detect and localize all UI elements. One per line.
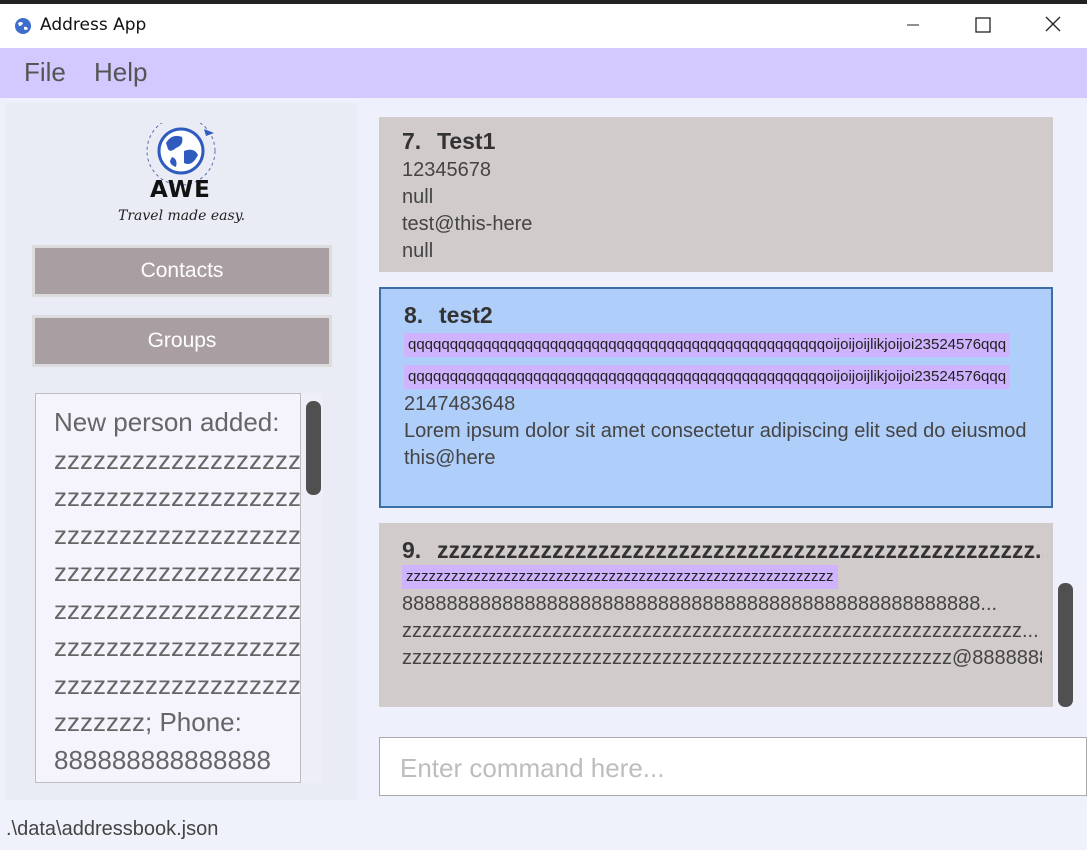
person-phone: 2147483648 bbox=[404, 393, 516, 415]
contacts-button[interactable]: Contacts bbox=[32, 245, 332, 297]
person-card[interactable]: 7. Test1 12345678 null test@this-here nu… bbox=[379, 117, 1053, 272]
person-name: test2 bbox=[439, 302, 493, 328]
result-display[interactable]: New person added: zzzzzzzzzzzzzzzzzzz zz… bbox=[35, 393, 301, 783]
person-phone: 12345678 bbox=[402, 159, 491, 181]
person-address: Lorem ipsum dolor sit amet consectetur a… bbox=[404, 420, 1027, 442]
person-index: 7. bbox=[402, 128, 422, 154]
person-email: this@here bbox=[404, 447, 496, 469]
maximize-button[interactable] bbox=[948, 4, 1018, 48]
person-address: zzzzzzzzzzzzzzzzzzzzzzzzzzzzzzzzzzzzzzzz… bbox=[402, 620, 1039, 642]
person-remark: null bbox=[402, 240, 434, 262]
minimize-button[interactable] bbox=[878, 4, 948, 48]
globe-icon bbox=[15, 18, 31, 34]
menu-bar: File Help bbox=[0, 48, 1087, 98]
person-email: zzzzzzzzzzzzzzzzzzzzzzzzzzzzzzzzzzzzzzzz… bbox=[402, 647, 1042, 669]
person-tag: qqqqqqqqqqqqqqqqqqqqqqqqqqqqqqqqqqqqqqqq… bbox=[404, 365, 1011, 389]
minimize-icon bbox=[907, 24, 919, 26]
close-icon bbox=[1045, 16, 1061, 32]
close-button[interactable] bbox=[1018, 4, 1087, 48]
result-scrollbar-thumb[interactable] bbox=[306, 401, 321, 495]
command-placeholder: Enter command here... bbox=[400, 753, 665, 783]
logo-tagline: Travel made easy. bbox=[118, 208, 246, 224]
maximize-icon bbox=[975, 17, 991, 33]
title-bar: Address App bbox=[0, 4, 1087, 48]
window-title: Address App bbox=[40, 15, 147, 35]
person-index: 9. bbox=[402, 537, 422, 563]
menu-help[interactable]: Help bbox=[94, 57, 147, 88]
person-list-scrollbar-thumb[interactable] bbox=[1058, 583, 1073, 707]
person-tag: qqqqqqqqqqqqqqqqqqqqqqqqqqqqqqqqqqqqqqqq… bbox=[404, 333, 1011, 357]
person-card-selected[interactable]: 8. test2 qqqqqqqqqqqqqqqqqqqqqqqqqqqqqqq… bbox=[379, 287, 1053, 508]
person-address: null bbox=[402, 186, 434, 208]
logo-title: AWE bbox=[150, 177, 211, 203]
person-tag: zzzzzzzzzzzzzzzzzzzzzzzzzzzzzzzzzzzzzzzz… bbox=[402, 565, 838, 589]
person-index: 8. bbox=[404, 302, 424, 328]
person-card[interactable]: 9. zzzzzzzzzzzzzzzzzzzzzzzzzzzzzzzzzzzzz… bbox=[379, 523, 1053, 707]
result-text: New person added: zzzzzzzzzzzzzzzzzzz zz… bbox=[54, 407, 301, 775]
save-file-path: .\data\addressbook.json bbox=[6, 818, 219, 840]
command-input[interactable]: Enter command here... bbox=[379, 737, 1087, 796]
person-name: zzzzzzzzzzzzzzzzzzzzzzzzzzzzzzzzzzzzzzzz… bbox=[437, 537, 1043, 563]
person-email: test@this-here bbox=[402, 213, 533, 235]
person-phone: 8888888888888888888888888888888888888888… bbox=[402, 593, 998, 615]
groups-button[interactable]: Groups bbox=[32, 315, 332, 367]
person-name: Test1 bbox=[437, 128, 496, 154]
menu-file[interactable]: File bbox=[24, 57, 66, 88]
status-bar: .\data\addressbook.json bbox=[0, 803, 1087, 850]
